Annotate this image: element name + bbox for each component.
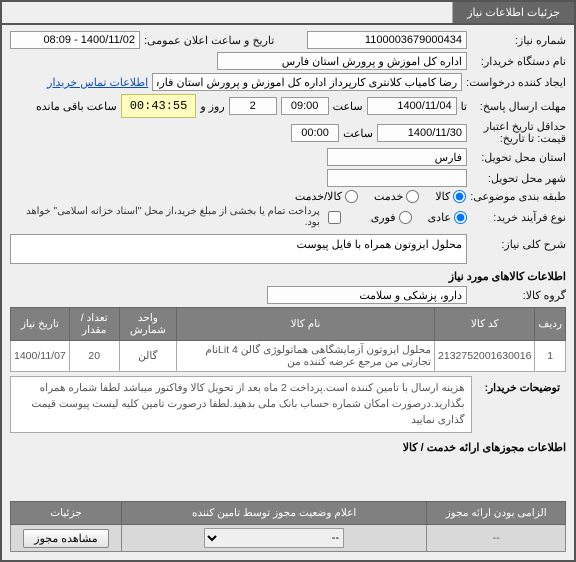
delivery-province-field bbox=[327, 148, 467, 166]
need-desc-field: محلول ایزوتون همراه با فایل پیوست bbox=[10, 234, 467, 264]
status-cell: -- bbox=[122, 525, 427, 552]
items-table: ردیف کد کالا نام کالا واحد شمارش تعداد /… bbox=[10, 307, 566, 372]
announce-label: تاریخ و ساعت اعلان عمومی: bbox=[144, 34, 274, 47]
valid-date-field bbox=[377, 124, 467, 142]
cell-name: محلول ایزوتون آزمایشگاهی هماتولوژی گالن … bbox=[176, 341, 434, 372]
reply-due-label: مهلت ارسال پاسخ: bbox=[471, 100, 566, 113]
contact-link[interactable]: اطلاعات تماس خریدار bbox=[47, 76, 148, 89]
form-body: شماره نیاز: تاریخ و ساعت اعلان عمومی: نا… bbox=[2, 25, 574, 560]
license-row: -- -- مشاهده مجوز bbox=[11, 525, 566, 552]
details-window: جزئیات اطلاعات نیاز شماره نیاز: تاریخ و … bbox=[0, 0, 576, 562]
cell-date: 1400/11/07 bbox=[11, 341, 70, 372]
th-code: کد کالا bbox=[435, 308, 535, 341]
group-label: گروه کالا: bbox=[471, 289, 566, 302]
cell-qty: 20 bbox=[69, 341, 119, 372]
valid-label: حداقل تاریخ اعتبارقیمت: تا تاریخ: bbox=[471, 121, 566, 145]
tab-need-details[interactable]: جزئیات اطلاعات نیاز bbox=[452, 2, 574, 23]
group-field bbox=[267, 286, 467, 304]
radio-both-label: کالا/خدمت bbox=[295, 190, 342, 203]
time-label-2: ساعت bbox=[343, 127, 373, 140]
cell-idx: 1 bbox=[535, 341, 566, 372]
buyer-notes-label: توضیحات خریدار: bbox=[471, 377, 566, 433]
radio-goods[interactable] bbox=[453, 190, 466, 203]
countdown-timer: 00:43:55 bbox=[121, 94, 197, 118]
need-desc-label: شرح کلی نیاز: bbox=[471, 234, 566, 251]
cell-unit: گالن bbox=[119, 341, 176, 372]
time-label-1: ساعت bbox=[333, 100, 363, 113]
remain-label: ساعت باقی مانده bbox=[36, 100, 117, 113]
radio-urgent[interactable] bbox=[399, 211, 412, 224]
radio-both[interactable] bbox=[345, 190, 358, 203]
process-type-label: نوع فرآیند خرید: bbox=[471, 211, 566, 224]
valid-time-field bbox=[291, 124, 339, 142]
days-field bbox=[229, 97, 277, 115]
announce-field bbox=[10, 31, 140, 49]
license-header: اطلاعات مجوزهای ارائه خدمت / کالا bbox=[10, 441, 566, 454]
radio-normal-label: عادی bbox=[428, 211, 451, 224]
view-license-button[interactable]: مشاهده مجوز bbox=[23, 529, 108, 548]
items-header: اطلاعات کالاهای مورد نیاز bbox=[10, 270, 566, 283]
days-label: روز و bbox=[200, 100, 224, 113]
cell-code: 2132752001630016 bbox=[435, 341, 535, 372]
bth-status: اعلام وضعیت مجوز توسط تامین کننده bbox=[122, 502, 427, 525]
th-unit: واحد شمارش bbox=[119, 308, 176, 341]
details-cell: مشاهده مجوز bbox=[11, 525, 122, 552]
delivery-province-label: استان محل تحویل: bbox=[471, 151, 566, 164]
radio-service-label: خدمت bbox=[374, 190, 403, 203]
mandatory-cell: -- bbox=[427, 525, 566, 552]
treasury-note: پرداخت تمام یا بخشی از مبلغ خرید،از محل … bbox=[10, 206, 320, 228]
requester-label: ایجاد کننده درخواست: bbox=[466, 76, 566, 89]
tab-bar: جزئیات اطلاعات نیاز bbox=[2, 2, 574, 25]
requester-field bbox=[152, 73, 462, 91]
delivery-city-field bbox=[327, 169, 467, 187]
buyer-notes-cell: هزینه ارسال با تامین کننده است.پرداخت 2 … bbox=[11, 377, 472, 433]
need-no-label: شماره نیاز: bbox=[471, 34, 566, 47]
radio-service[interactable] bbox=[406, 190, 419, 203]
need-no-field bbox=[307, 31, 467, 49]
buyer-org-field bbox=[217, 52, 467, 70]
notes-table: توضیحات خریدار: هزینه ارسال با تامین کنن… bbox=[10, 376, 566, 433]
bth-mandatory: الزامی بودن ارائه مجوز bbox=[427, 502, 566, 525]
reply-time-field bbox=[281, 97, 329, 115]
treasury-checkbox[interactable] bbox=[328, 211, 341, 224]
radio-urgent-label: فوری bbox=[371, 211, 396, 224]
reply-due-to: تا bbox=[461, 100, 467, 113]
bth-details: جزئیات bbox=[11, 502, 122, 525]
table-row: 1 2132752001630016 محلول ایزوتون آزمایشگ… bbox=[11, 341, 566, 372]
th-name: نام کالا bbox=[176, 308, 434, 341]
th-qty: تعداد / مقدار bbox=[69, 308, 119, 341]
delivery-city-label: شهر محل تحویل: bbox=[471, 172, 566, 185]
subject-class-label: طبقه بندی موضوعی: bbox=[470, 190, 566, 203]
status-select[interactable]: -- bbox=[204, 528, 344, 548]
radio-goods-label: کالا bbox=[435, 190, 450, 203]
reply-date-field bbox=[367, 97, 457, 115]
license-table: الزامی بودن ارائه مجوز اعلام وضعیت مجوز … bbox=[10, 501, 566, 552]
th-date: تاریخ نیاز bbox=[11, 308, 70, 341]
buyer-org-label: نام دستگاه خریدار: bbox=[471, 55, 566, 68]
th-row: ردیف bbox=[535, 308, 566, 341]
radio-normal[interactable] bbox=[454, 211, 467, 224]
